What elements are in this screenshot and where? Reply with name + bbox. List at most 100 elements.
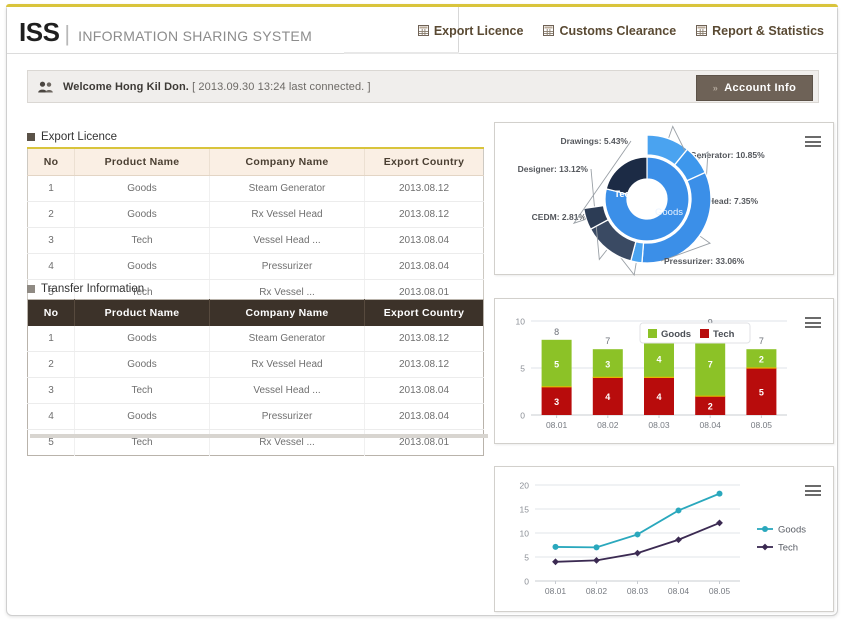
nav-item-label: Export Licence [433,23,524,38]
users-icon [38,81,54,93]
table-row[interactable]: 3 Tech Vessel Head ... 2013.08.04 [27,377,484,404]
line-chart-panel: 0 5 10 15 20 08.01 08.02 08.03 08.04 08.05 Goods Te… [494,466,834,612]
welcome-greeting: Welcome Hong Kil Don. [63,80,189,93]
table-row[interactable]: 3 Tech Vessel Head ... 2013.08.04 [27,227,484,254]
column-header-company-name[interactable]: Company Name [209,299,365,326]
column-header-company-name[interactable]: Company Name [209,148,365,176]
svg-text:4: 4 [656,392,661,402]
table-row[interactable]: 1 Goods Steam Generator 2013.08.12 [27,175,484,202]
cell-company-name: Rx Vessel Head [209,351,365,378]
main-navigation: Export Licence Customs Clearance Report … [415,7,827,54]
cell-export-country: 2013.08.04 [364,227,484,254]
bar-chart: 051035808.0143708.0244808.0327908.045270… [516,317,787,430]
nav-item-label: Customs Clearance [559,23,677,38]
svg-text:0: 0 [520,411,525,421]
svg-text:Tech: Tech [614,189,636,200]
cell-no: 4 [27,403,75,430]
cell-product-name: Goods [74,351,210,378]
table-row[interactable]: 4 Goods Pressurizer 2013.08.04 [27,403,484,430]
svg-text:08.04: 08.04 [668,586,690,596]
svg-text:08.03: 08.03 [627,586,649,596]
svg-text:Tech: Tech [778,543,798,554]
grid-icon [417,25,429,36]
svg-text:Goods: Goods [655,207,683,218]
section-title-transfer-information: Transfer Information [27,283,484,295]
cell-no: 2 [27,351,75,378]
cell-export-country: 2013.08.12 [364,326,484,352]
transfer-information-section: Transfer Information No Product Name Com… [27,283,484,456]
logo-divider-glyph: | [64,21,71,46]
logo-subtitle: INFORMATION SHARING SYSTEM [78,28,313,44]
svg-text:0: 0 [524,577,529,587]
nav-item-report-statistics[interactable]: Report & Statistics [693,22,827,40]
column-header-export-country[interactable]: Export Country [364,299,484,326]
cell-export-country: 2013.08.04 [364,377,484,404]
column-header-product-name[interactable]: Product Name [74,148,210,176]
svg-text:5: 5 [520,364,525,374]
cell-company-name: Vessel Head ... [209,227,365,254]
svg-text:20: 20 [520,481,530,491]
svg-text:7: 7 [708,359,713,369]
cell-no: 1 [27,175,75,202]
table-header-row: No Product Name Company Name Export Coun… [27,299,484,326]
svg-text:3: 3 [605,359,610,369]
cell-company-name: Steam Generator [209,326,365,352]
svg-text:08.05: 08.05 [709,586,731,596]
svg-text:8: 8 [554,327,559,337]
bar-chart-menu-button[interactable] [805,317,821,331]
brand-logo[interactable]: ISS | INFORMATION SHARING SYSTEM [19,19,312,47]
section-title-export-licence: Export Licence [27,131,484,143]
svg-text:08.01: 08.01 [546,420,568,430]
table-row[interactable]: 1 Goods Steam Generator 2013.08.12 [27,326,484,352]
account-info-label: Account Info [724,82,797,94]
nav-item-export-licence[interactable]: Export Licence [415,22,527,40]
account-info-button[interactable]: » Account Info [696,75,813,101]
svg-text:Drawings: 5.43%: Drawings: 5.43% [560,136,628,146]
svg-text:08.02: 08.02 [597,420,619,430]
svg-text:08.01: 08.01 [545,586,567,596]
cell-no: 3 [27,377,75,404]
column-header-no[interactable]: No [27,299,75,326]
square-bullet-icon [27,133,35,141]
bar-chart-panel: 051035808.0143708.0244808.0327908.045270… [494,298,834,444]
svg-text:3: 3 [554,397,559,407]
svg-text:7: 7 [759,336,764,346]
column-header-export-country[interactable]: Export Country [364,148,484,176]
cell-export-country: 2013.08.12 [364,351,484,378]
donut-chart-menu-button[interactable] [805,136,821,150]
svg-text:10: 10 [520,529,530,539]
column-header-product-name[interactable]: Product Name [74,299,210,326]
logo-text: ISS [19,17,60,47]
table-row[interactable]: 2 Goods Rx Vessel Head 2013.08.12 [27,351,484,378]
svg-text:Generator: 10.85%: Generator: 10.85% [690,150,765,160]
svg-text:2: 2 [708,402,713,412]
cell-product-name: Tech [74,227,210,254]
table-row[interactable]: 4 Goods Pressurizer 2013.08.04 [27,253,484,280]
svg-text:Goods: Goods [778,525,806,536]
cell-no: 3 [27,227,75,254]
svg-text:Goods: Goods [661,329,691,340]
transfer-information-table: No Product Name Company Name Export Coun… [27,299,484,456]
table-row[interactable]: 2 Goods Rx Vessel Head 2013.08.12 [27,201,484,228]
cell-company-name: Vessel Head ... [209,377,365,404]
export-licence-section: Export Licence No Product Name Company N… [27,131,484,306]
section-title-label: Export Licence [41,131,118,143]
nav-item-customs-clearance[interactable]: Customs Clearance [540,22,679,40]
svg-text:08.02: 08.02 [586,586,608,596]
cell-company-name: Pressurizer [209,253,365,280]
cell-product-name: Goods [74,253,210,280]
line-chart: 0 5 10 15 20 08.01 08.02 08.03 08.04 08.05 Goods Te… [520,481,807,597]
cell-product-name: Goods [74,201,210,228]
cell-no: 2 [27,201,75,228]
line-chart-menu-button[interactable] [805,485,821,499]
svg-text:10: 10 [516,317,526,327]
table-bottom-shadow [30,434,488,438]
cell-product-name: Goods [74,326,210,352]
table-header-row: No Product Name Company Name Export Coun… [27,148,484,176]
column-header-no[interactable]: No [27,148,75,176]
cell-export-country: 2013.08.12 [364,175,484,202]
grid-icon [696,25,708,36]
donut-chart: Tech Goods Generator: 10.85% Head: 7.35% Pre… [518,125,765,276]
welcome-meta: [ 2013.09.30 13:24 last connected. ] [192,80,371,93]
svg-text:08.05: 08.05 [751,420,773,430]
